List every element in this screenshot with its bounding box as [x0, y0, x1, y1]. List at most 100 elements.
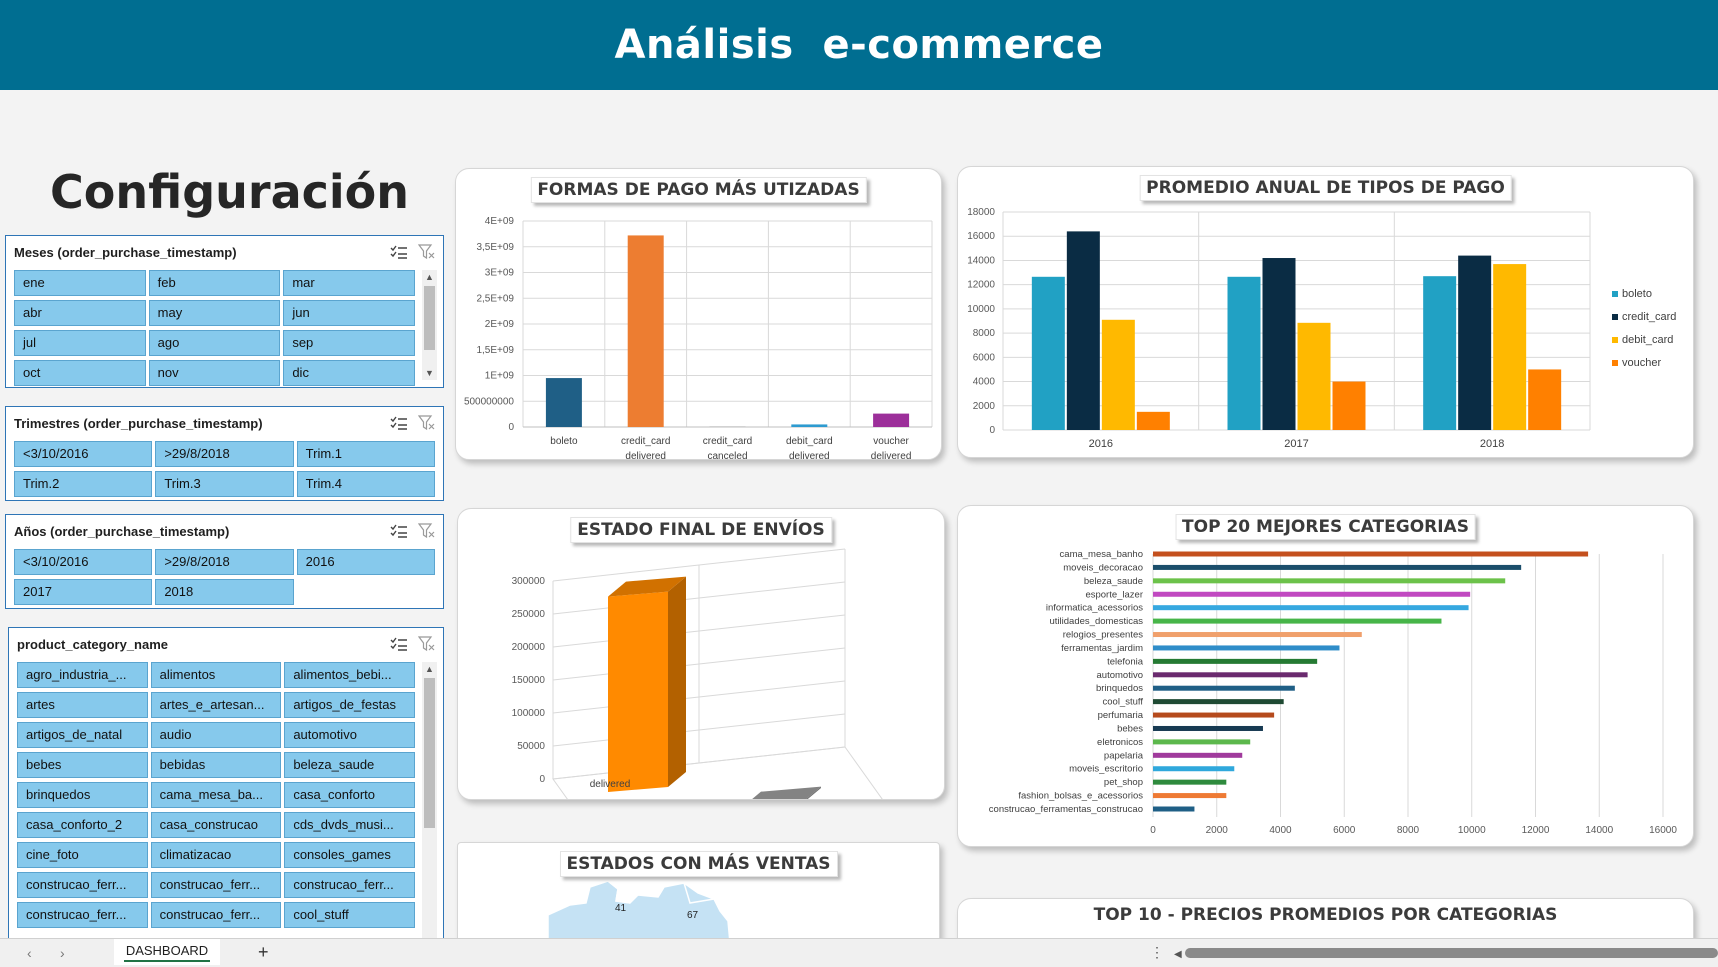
slicer-item-agro-industria-0[interactable]: agro_industria_... — [17, 662, 148, 688]
slicer-item-construcao-ferr-23[interactable]: construcao_ferr... — [284, 872, 415, 898]
x-tick-label: 12000 — [1522, 825, 1550, 836]
slicer-item-cine-foto-18[interactable]: cine_foto — [17, 842, 148, 868]
slicer-item-construcao-ferr-25[interactable]: construcao_ferr... — [150, 902, 282, 928]
payment-methods-title: FORMAS DE PAGO MÁS UTIZADAS — [530, 177, 867, 203]
scroll-thumb[interactable] — [424, 286, 435, 350]
chart-payment-methods[interactable]: 0 500000000 1E+09 1,5E+09 2E+09 2,5E+09 3E+09 3… — [455, 168, 942, 460]
slicer-months-scrollbar[interactable]: ▲ ▼ — [422, 270, 437, 380]
slicer-item-oct-9[interactable]: oct — [14, 360, 146, 386]
horizontal-scroll-thumb[interactable] — [1185, 948, 1718, 958]
slicer-item-jun-5[interactable]: jun — [283, 300, 415, 326]
slicer-item-climatizacao-19[interactable]: climatizacao — [150, 842, 282, 868]
slicer-months-title: Meses (order_purchase_timestamp) — [14, 244, 237, 260]
slicer-item-automotivo-8[interactable]: automotivo — [284, 722, 415, 748]
slicer-item-bebidas-10[interactable]: bebidas — [150, 752, 282, 778]
y-tick-label: 500000000 — [464, 396, 514, 407]
scroll-left-icon[interactable]: ◀ — [1174, 949, 1182, 960]
slicer-item-alimentos-1[interactable]: alimentos — [150, 662, 282, 688]
y-tick-label: 10000 — [967, 304, 995, 315]
slicer-item-nov-10[interactable]: nov — [148, 360, 281, 386]
slicer-item-3-10-2016-0[interactable]: <3/10/2016 — [14, 549, 153, 575]
chart-annual-average[interactable]: 0 2000 4000 6000 8000 10000 12000 14000 16000 180… — [957, 166, 1694, 458]
slicer-item-consoles-games-20[interactable]: consoles_games — [284, 842, 415, 868]
chart-shipping-status[interactable]: 0 50000 100000 150000 200000 250000 300000 deli… — [457, 508, 945, 800]
slicer-item-2017-3[interactable]: 2017 — [14, 579, 153, 605]
slicer-item-ago-7[interactable]: ago — [148, 330, 281, 356]
sheet-tab-dashboard[interactable]: DASHBOARD — [114, 939, 220, 965]
slicer-item-casa-conforto-2-15[interactable]: casa_conforto_2 — [17, 812, 148, 838]
slicer-item-ene-0[interactable]: ene — [14, 270, 146, 296]
x-tick-label: canceled — [707, 451, 747, 460]
scroll-thumb[interactable] — [424, 678, 435, 828]
bar-automotivo — [1153, 672, 1308, 678]
prev-sheet-icon[interactable]: ‹ — [27, 945, 32, 961]
chart-top20-categories[interactable]: 0 2000 4000 6000 8000 10000 12000 14000 16000 cam… — [957, 505, 1694, 847]
sheet-tab-label: DASHBOARD — [125, 943, 209, 958]
multi-select-icon[interactable] — [389, 244, 409, 260]
slicer-item-2018-4[interactable]: 2018 — [155, 579, 294, 605]
slicer-item-trim-4-5[interactable]: Trim.4 — [296, 471, 435, 497]
scroll-up-icon[interactable]: ▲ — [422, 270, 437, 284]
clear-filter-icon[interactable] — [417, 636, 437, 652]
slicer-item-cama-mesa-ba-13[interactable]: cama_mesa_ba... — [150, 782, 282, 808]
clear-filter-icon[interactable] — [417, 244, 437, 260]
slicer-item-feb-1[interactable]: feb — [148, 270, 281, 296]
slicer-item-trim-3-4[interactable]: Trim.3 — [155, 471, 294, 497]
clear-filter-icon[interactable] — [417, 415, 437, 431]
slicer-item-abr-3[interactable]: abr — [14, 300, 146, 326]
slicer-item-3-10-2016-0[interactable]: <3/10/2016 — [14, 441, 153, 467]
slicer-item-brinquedos-12[interactable]: brinquedos — [17, 782, 148, 808]
slicer-item-may-4[interactable]: may — [148, 300, 281, 326]
clear-filter-icon[interactable] — [417, 523, 437, 539]
multi-select-icon[interactable] — [389, 636, 409, 652]
y-tick-label: bebes — [1117, 723, 1143, 734]
legend-label-voucher: voucher — [1622, 357, 1661, 369]
slicer-item-beleza-saude-11[interactable]: beleza_saude — [284, 752, 415, 778]
bar-informatica_acessorios — [1153, 605, 1469, 611]
bar-pet_shop — [1153, 779, 1227, 785]
slicer-item-cool-stuff-26[interactable]: cool_stuff — [284, 902, 415, 928]
slicer-item-trim-1-2[interactable]: Trim.1 — [296, 441, 435, 467]
slicer-item-dic-11[interactable]: dic — [283, 360, 415, 386]
slicer-item-artigos-de-natal-6[interactable]: artigos_de_natal — [17, 722, 148, 748]
scroll-down-icon[interactable]: ▼ — [422, 366, 437, 380]
slicer-item-sep-8[interactable]: sep — [283, 330, 415, 356]
multi-select-icon[interactable] — [389, 523, 409, 539]
slicer-item-casa-conforto-14[interactable]: casa_conforto — [284, 782, 415, 808]
top-states-title: ESTADOS CON MÁS VENTAS — [559, 851, 838, 877]
scroll-up-icon[interactable]: ▲ — [422, 662, 437, 676]
x-tick-label: credit_card — [621, 436, 670, 447]
slicer-item-alimentos-bebi-2[interactable]: alimentos_bebi... — [284, 662, 415, 688]
slicer-item-audio-7[interactable]: audio — [150, 722, 282, 748]
slicer-item-29-8-2018-1[interactable]: >29/8/2018 — [155, 549, 294, 575]
slicer-item-artes-e-artesan-4[interactable]: artes_e_artesan... — [150, 692, 282, 718]
slicer-item-mar-2[interactable]: mar — [283, 270, 415, 296]
x-tick-label: 16000 — [1649, 825, 1677, 836]
slicer-category: product_category_name agro_industria_...… — [8, 627, 444, 938]
slicer-item-29-8-2018-1[interactable]: >29/8/2018 — [155, 441, 294, 467]
multi-select-icon[interactable] — [389, 415, 409, 431]
slicer-item-bebes-9[interactable]: bebes — [17, 752, 148, 778]
bar-utilidades_domesticas — [1153, 618, 1442, 624]
slicer-item-jul-6[interactable]: jul — [14, 330, 146, 356]
slicer-item-trim-2-3[interactable]: Trim.2 — [14, 471, 153, 497]
y-tick-label: 4000 — [973, 377, 996, 388]
next-sheet-icon[interactable]: › — [60, 945, 65, 961]
slicer-item-artes-3[interactable]: artes — [17, 692, 148, 718]
add-sheet-icon[interactable]: + — [258, 942, 269, 963]
map-top-states[interactable]: 41 67 ESTADOS CON MÁS VENTAS — [457, 842, 940, 938]
slicer-item-cds-dvds-musi-17[interactable]: cds_dvds_musi... — [284, 812, 415, 838]
slicer-item-construcao-ferr-21[interactable]: construcao_ferr... — [17, 872, 148, 898]
slicer-category-scrollbar[interactable]: ▲ — [422, 662, 437, 938]
y-tick-label: 0 — [539, 774, 545, 785]
slicer-item-2016-2[interactable]: 2016 — [296, 549, 435, 575]
chart-top10-prices[interactable]: TOP 10 - PRECIOS PROMEDIOS POR CATEGORIA… — [957, 898, 1694, 938]
tab-options-icon[interactable]: ⋮ — [1150, 944, 1164, 961]
slicer-item-artigos-de-festas-5[interactable]: artigos_de_festas — [284, 692, 415, 718]
top20-categories-chart: 0 2000 4000 6000 8000 10000 12000 14000 16000 cam… — [989, 549, 1678, 836]
bar-ferramentas_jardim — [1153, 645, 1340, 651]
slicer-item-construcao-ferr-22[interactable]: construcao_ferr... — [150, 872, 282, 898]
y-tick-label: 3E+09 — [485, 268, 515, 279]
slicer-item-construcao-ferr-24[interactable]: construcao_ferr... — [17, 902, 148, 928]
slicer-item-casa-construcao-16[interactable]: casa_construcao — [150, 812, 282, 838]
